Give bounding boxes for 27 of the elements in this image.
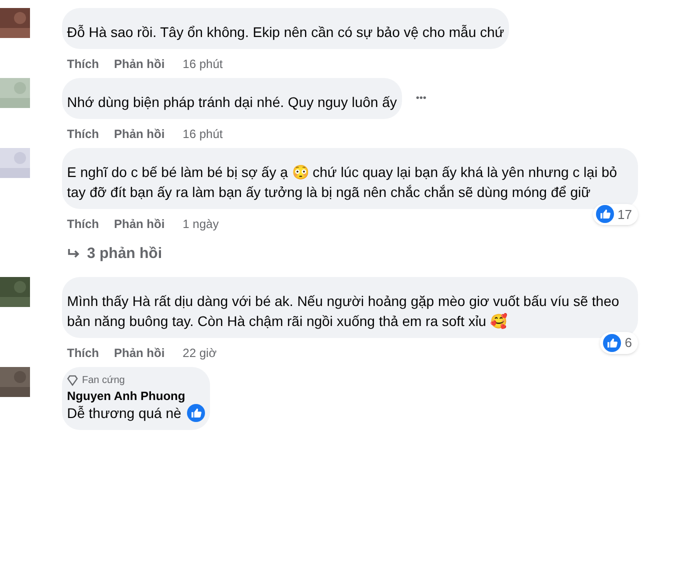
timestamp[interactable]: 22 giờ	[182, 344, 217, 362]
action-link[interactable]: Thích	[67, 344, 99, 362]
comment-text: Dễ thương quá nè	[67, 404, 182, 422]
action-link[interactable]: Phản hồi	[114, 55, 165, 73]
view-replies-link[interactable]: 3 phản hồi	[87, 243, 162, 266]
action-link[interactable]: Thích	[67, 55, 99, 73]
like-icon	[602, 334, 621, 352]
reply-arrow-icon	[67, 248, 81, 260]
action-link[interactable]: Thích	[67, 125, 99, 143]
like-icon	[596, 205, 614, 224]
fan-label: Fan cứng	[82, 374, 125, 388]
comment-text: Nhớ dùng biện pháp tránh dại nhé. Quy nguy luôn ấy	[67, 93, 397, 112]
more-button[interactable]: •••	[416, 94, 426, 104]
reaction-count[interactable]: 6	[600, 332, 638, 354]
comment-text: E nghĩ do c bế bé làm bé bị sợ ấy ạ 😳 chứ lúc quay lại bạn ấy khá là yên nhưng c lại bỏ tay đỡ đít bạn ấy ra làm bạn ấy tưởng là bị ngã nên chắc chắn sẽ dùng móng để giữ	[67, 163, 618, 202]
action-link[interactable]: Thích	[67, 215, 99, 233]
timestamp[interactable]: 16 phút	[182, 55, 223, 73]
timestamp[interactable]: 16 phút	[182, 125, 223, 143]
timestamp[interactable]: 1 ngày	[182, 215, 219, 233]
reaction-count[interactable]: 17	[592, 204, 638, 225]
author-name[interactable]: Nguyen Anh Phuong	[67, 390, 206, 402]
action-link[interactable]: Phản hồi	[114, 125, 165, 143]
comment-text: Mình thấy Hà rất dịu dàng với bé ak. Nếu người hoảng gặp mèo giơ vuốt bấu víu sẽ theo bản năng buông tay. Còn Hà chậm rãi ngồi xuống thả em ra soft xỉu 🥰	[67, 292, 620, 330]
action-link[interactable]: Phản hồi	[114, 215, 165, 233]
comment-text: Đỗ Hà sao rồi. Tây ổn không. Ekip nên cần có sự bảo vệ cho mẫu chứ	[67, 23, 504, 42]
diamond-icon	[67, 374, 78, 386]
action-link[interactable]: Phản hồi	[114, 344, 165, 362]
